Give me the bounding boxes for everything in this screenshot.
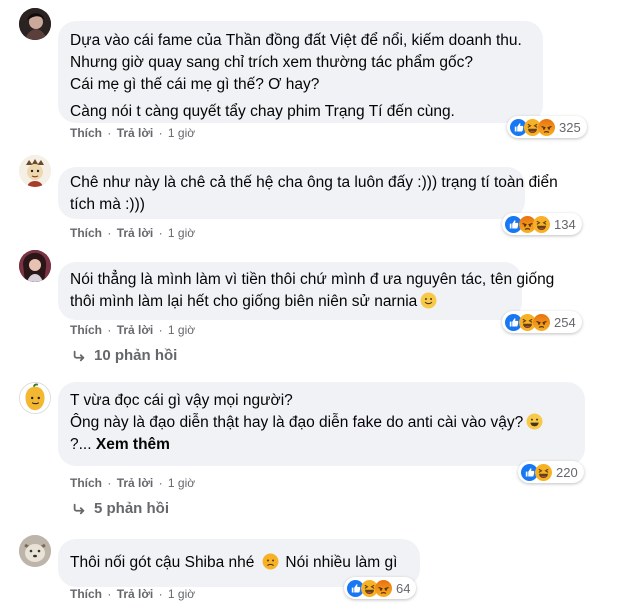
reaction-count: 254 [554, 314, 576, 330]
reply-link[interactable]: Trả lời [117, 226, 154, 240]
angry-reaction-icon [375, 580, 392, 597]
reply-link[interactable]: Trả lời [117, 476, 154, 490]
comment-bubble: Dựa vào cái fame của Thần đồng đất Việt … [58, 21, 543, 123]
comment-text-line: Càng nói t càng quyết tẩy chay phim Trạn… [70, 103, 455, 120]
avatar-image [20, 383, 50, 413]
reaction-count: 325 [559, 119, 581, 135]
comment-text: ?... [70, 436, 92, 453]
comment-actions: Thích · Trả lời · 1 giờ [70, 323, 196, 337]
avatar[interactable] [19, 382, 51, 414]
timestamp[interactable]: 1 giờ [168, 587, 195, 601]
comment-text-line: Cái mẹ gì thế cái mẹ gì thế? Ơ hay? [70, 76, 320, 93]
comment-text-line: tích mà :))) [70, 196, 145, 213]
reaction-count: 64 [396, 580, 411, 596]
reaction-summary[interactable]: 64 [344, 577, 417, 599]
timestamp[interactable]: 1 giờ [168, 126, 195, 140]
sad-emoji [262, 553, 279, 570]
reaction-summary[interactable]: 220 [518, 461, 584, 483]
comment-text: Thôi nối gót cậu Shiba nhé [70, 554, 255, 571]
reply-arrow-icon [72, 349, 86, 363]
comment-text-line: thôi mình làm lại hết cho giống biên niê… [70, 291, 510, 313]
comment-text-line: Thôi nối gót cậu Shiba nhé Nói nhiều làm … [70, 552, 408, 574]
reaction-summary[interactable]: 325 [507, 116, 587, 138]
reply-link[interactable]: Trả lời [117, 126, 154, 140]
replies-count: 5 phản hồi [94, 500, 169, 517]
reaction-count: 220 [556, 464, 578, 480]
like-link[interactable]: Thích [70, 587, 102, 601]
reply-link[interactable]: Trả lời [117, 587, 154, 601]
see-more-link[interactable]: Xem thêm [96, 436, 170, 453]
timestamp[interactable]: 1 giờ [168, 226, 195, 240]
comment-actions: Thích · Trả lời · 1 giờ [70, 226, 196, 240]
comment-bubble: Chê như này là chê cả thế hệ cha ông ta … [58, 167, 558, 219]
comment-bubble: Nói thẳng là mình làm vì tiền thôi chứ m… [58, 262, 555, 320]
comment-actions: Thích · Trả lời · 1 giờ [70, 126, 196, 140]
comment-actions: Thích · Trả lời · 1 giờ [70, 476, 196, 490]
comment-actions: Thích · Trả lời · 1 giờ [70, 587, 196, 601]
comment-text: Nói nhiều làm gì [285, 554, 398, 571]
avatar[interactable] [19, 535, 51, 567]
avatar-image [19, 155, 51, 187]
reply-arrow-icon [72, 502, 86, 516]
like-link[interactable]: Thích [70, 476, 102, 490]
comment-text: Ông này là đạo diễn thật hay là đạo diễn… [70, 414, 524, 431]
comment-text-line: Ông này là đạo diễn thật hay là đạo diễn… [70, 412, 573, 434]
avatar-image [19, 250, 51, 282]
angry-reaction-icon [538, 119, 555, 136]
grin-emoji [526, 413, 543, 430]
like-link[interactable]: Thích [70, 226, 102, 240]
avatar[interactable] [19, 250, 51, 282]
smile-emoji [420, 292, 437, 309]
comment-text-line: ?... Xem thêm [70, 434, 573, 456]
haha-reaction-icon [533, 216, 550, 233]
replies-count: 10 phản hồi [94, 347, 178, 364]
avatar[interactable] [19, 8, 51, 40]
reaction-count: 134 [554, 216, 576, 232]
angry-reaction-icon [533, 314, 550, 331]
comment-text-line: T vừa đọc cái gì vậy mọi người? [70, 392, 293, 409]
reply-link[interactable]: Trả lời [117, 323, 154, 337]
timestamp[interactable]: 1 giờ [168, 476, 195, 490]
avatar-image [19, 535, 51, 567]
avatar[interactable] [19, 155, 51, 187]
like-link[interactable]: Thích [70, 126, 102, 140]
reaction-summary[interactable]: 134 [502, 213, 582, 235]
avatar-image [19, 8, 51, 40]
reaction-summary[interactable]: 254 [502, 311, 582, 333]
like-link[interactable]: Thích [70, 323, 102, 337]
comment-text-line: Chê như này là chê cả thế hệ cha ông ta … [70, 174, 558, 191]
comment-text: thôi mình làm lại hết cho giống biên niê… [70, 293, 418, 310]
comment-text-line: Nhưng giờ quay sang chỉ trích xem thường… [70, 54, 473, 71]
view-replies-link[interactable]: 5 phản hồi [72, 500, 169, 517]
comment-text-line: Nói thẳng là mình làm vì tiền thôi chứ m… [70, 271, 555, 288]
comment-text-line: Dựa vào cái fame của Thần đồng đất Việt … [70, 32, 522, 49]
haha-reaction-icon [535, 464, 552, 481]
view-replies-link[interactable]: 10 phản hồi [72, 347, 177, 364]
comment-bubble: T vừa đọc cái gì vậy mọi người? Ông này … [58, 382, 585, 466]
timestamp[interactable]: 1 giờ [168, 323, 195, 337]
